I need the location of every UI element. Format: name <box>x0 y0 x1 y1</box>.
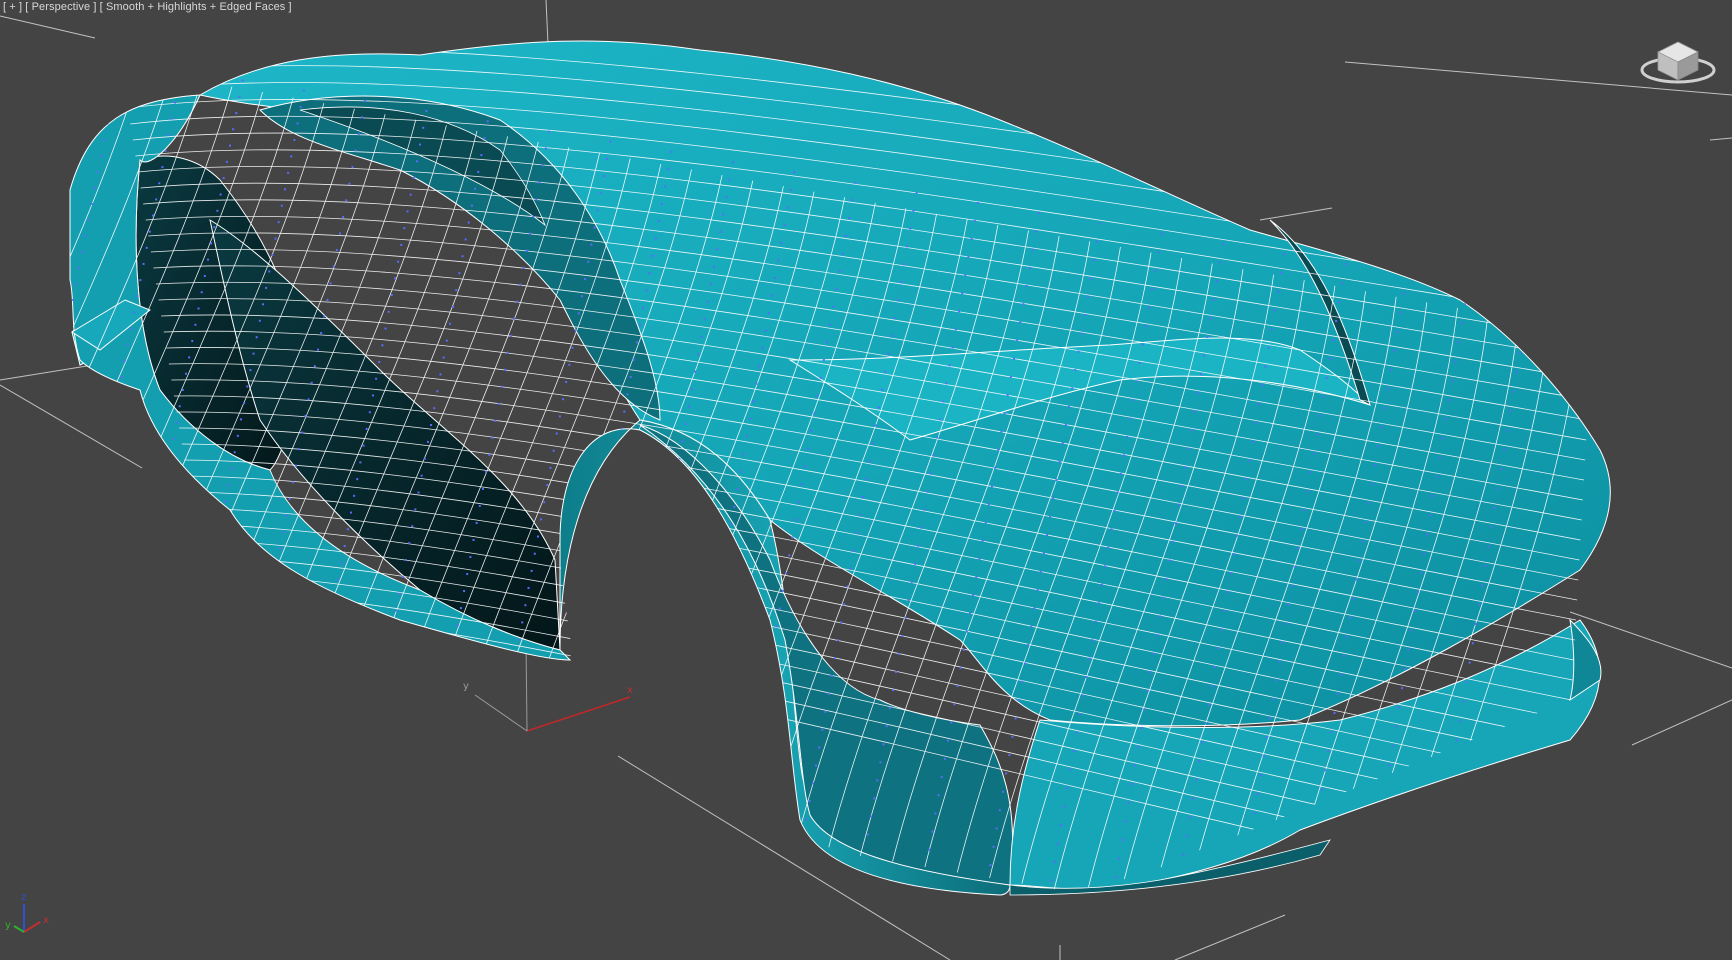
viewport-canvas[interactable]: x y z x y <box>0 0 1732 960</box>
viewport-menu-button[interactable]: [ + ] <box>3 1 22 13</box>
car-body-mesh[interactable] <box>69 40 1611 896</box>
viewcube-icon[interactable] <box>1640 41 1716 84</box>
axis-tripod-icon: z x y <box>5 892 49 933</box>
world-x-axis-label: x <box>627 685 633 696</box>
corner-z-axis-label: z <box>21 892 26 903</box>
corner-y-axis-label: y <box>5 920 11 931</box>
perspective-viewport[interactable]: x y z x y [+] [Perspective] [Smooth… <box>0 0 1732 960</box>
world-y-axis-label: y <box>463 681 469 692</box>
corner-x-axis-label: x <box>43 915 49 926</box>
viewport-point-of-view-button[interactable]: [ Perspective ] <box>22 1 96 13</box>
viewport-label: [ + ] [ Perspective ] [ Smooth + Highlig… <box>3 1 292 13</box>
viewport-shading-button[interactable]: [ Smooth + Highlights + Edged Faces ] <box>97 1 292 13</box>
